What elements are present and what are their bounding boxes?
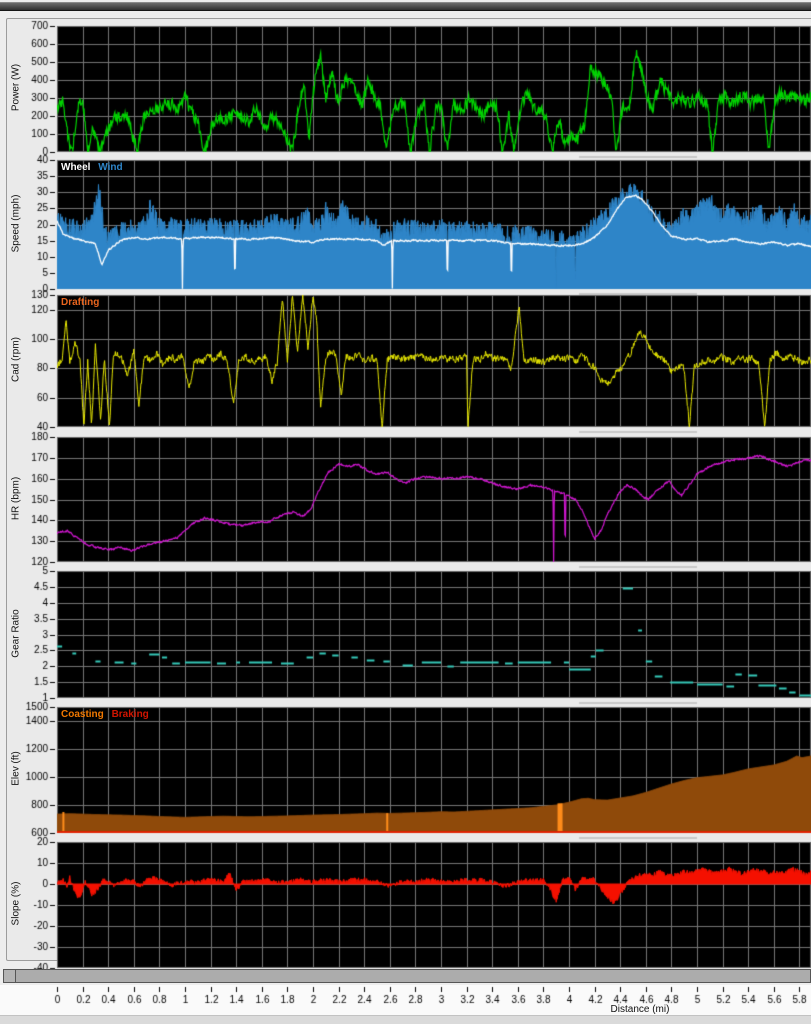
ride-plot-canvas[interactable]	[6, 0, 811, 1024]
ride-analysis-view: Power (W) Speed (mph) Cad (rpm) HR (bpm)…	[0, 0, 811, 1024]
cadence-legend: Drafting	[61, 297, 104, 308]
ylabel-slope: Slope (%)	[11, 859, 22, 949]
scrollbar-button[interactable]	[4, 970, 16, 982]
ylabel-cadence: Cad (rpm)	[11, 315, 22, 405]
speed-legend: Wheel Wind	[61, 162, 128, 173]
ylabel-speed: Speed (mph)	[11, 179, 22, 269]
horizontal-scrollbar[interactable]	[3, 969, 811, 983]
legend-coasting-label: Coasting	[61, 709, 104, 720]
ylabel-hr: HR (bpm)	[11, 454, 22, 544]
legend-drafting-label: Drafting	[61, 297, 99, 308]
legend-braking-label: Braking	[112, 709, 149, 720]
ylabel-power: Power (W)	[11, 43, 22, 133]
legend-wind-label: Wind	[98, 162, 122, 173]
legend-wheel-label: Wheel	[61, 162, 90, 173]
ylabel-gear: Gear Ratio	[11, 589, 22, 679]
elev-legend: Coasting Braking	[61, 709, 154, 720]
ylabel-elev: Elev (ft)	[11, 724, 22, 814]
x-axis-title: Distance (mi)	[540, 1004, 740, 1015]
